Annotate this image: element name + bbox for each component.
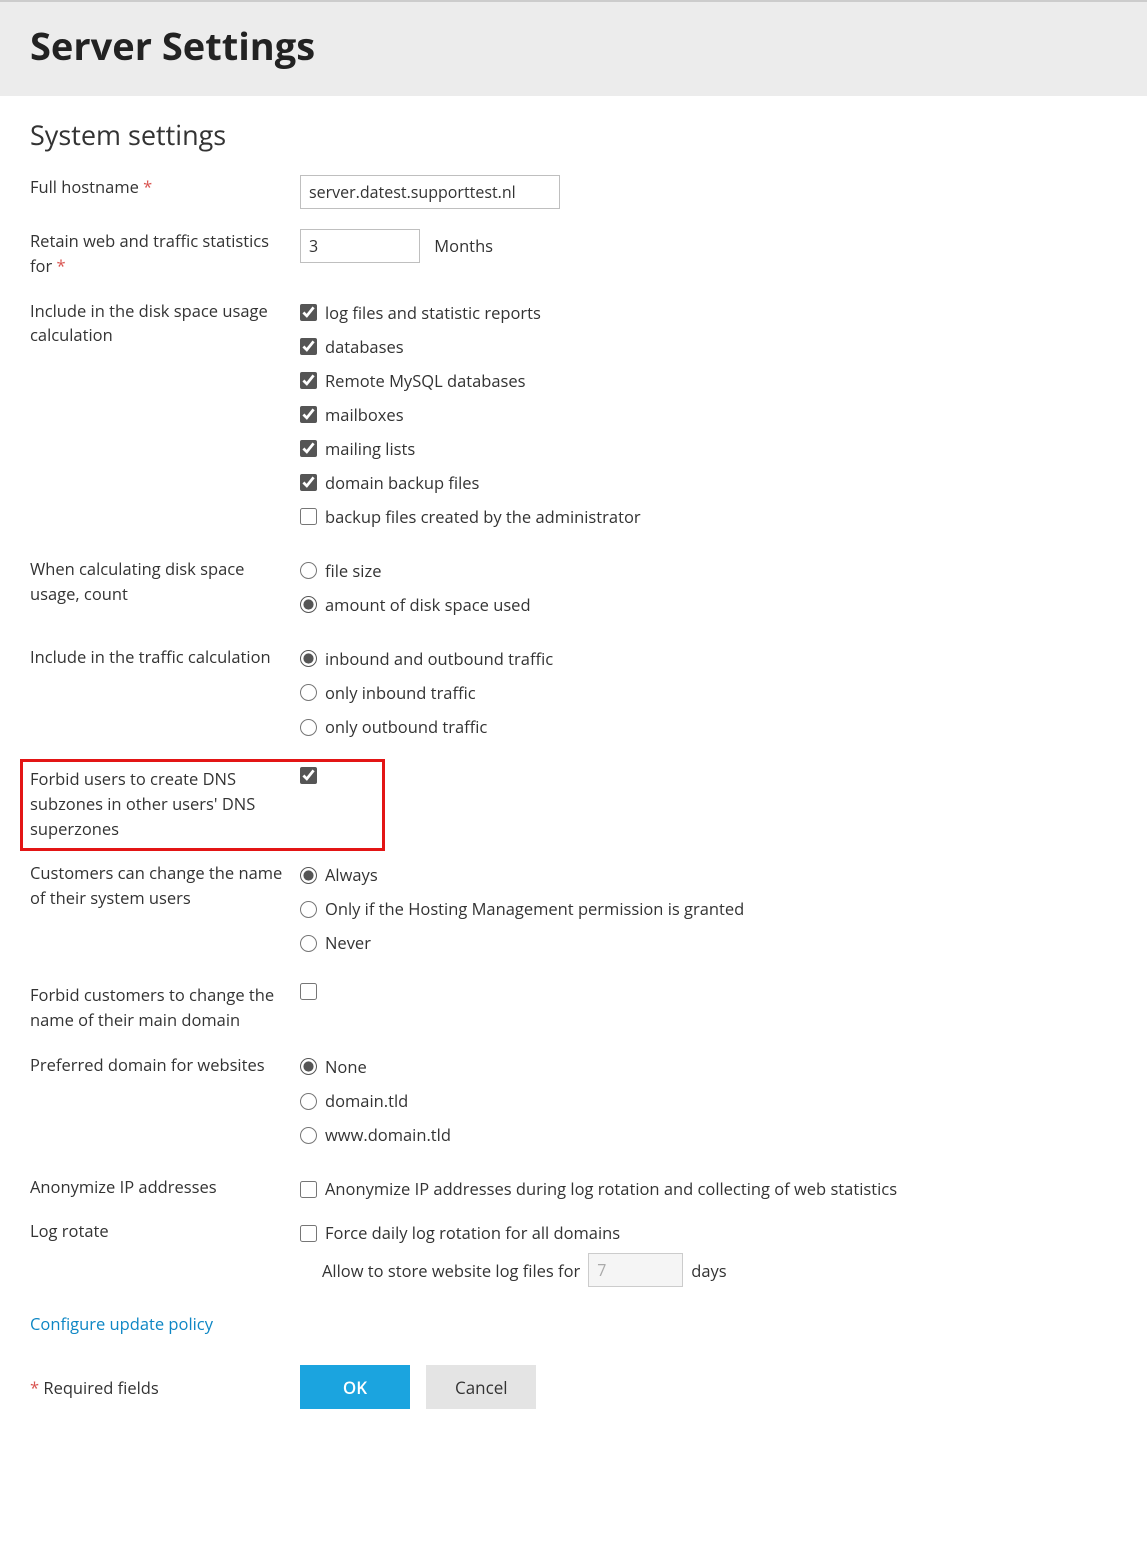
row-forbid-dns: Forbid users to create DNS subzones in o… — [30, 767, 1117, 841]
lbl-domain-backup: domain backup files — [325, 469, 479, 497]
retain-months-input[interactable] — [300, 229, 420, 263]
lbl-mailboxes: mailboxes — [325, 401, 404, 429]
content-area: System settings Full hostname * Retain w… — [0, 96, 1147, 1439]
radio-traffic-both[interactable] — [300, 650, 317, 667]
lbl-admin-backup: backup files created by the administrato… — [325, 503, 641, 531]
log-days-input — [588, 1253, 683, 1287]
lbl-file-size: file size — [325, 557, 381, 585]
lbl-pref-none: None — [325, 1053, 367, 1081]
hostname-input[interactable] — [300, 175, 560, 209]
lbl-logrotate-opt: Force daily log rotation for all domains — [325, 1219, 620, 1247]
row-cust-rename: Customers can change the name of their s… — [30, 861, 1117, 963]
lbl-rename-perm: Only if the Hosting Management permissio… — [325, 895, 744, 923]
row-diskcount: When calculating disk space usage, count… — [30, 557, 1117, 625]
required-fields-note: * Required fields — [30, 1376, 300, 1399]
lbl-disk-used: amount of disk space used — [325, 591, 531, 619]
lbl-remote-mysql: Remote MySQL databases — [325, 367, 526, 395]
row-forbid-main: Forbid customers to change the name of t… — [30, 983, 1117, 1033]
label-anonymize: Anonymize IP addresses — [30, 1175, 300, 1200]
required-star: * — [57, 254, 66, 277]
chk-databases[interactable] — [300, 338, 317, 355]
lbl-anonymize-opt: Anonymize IP addresses during log rotati… — [325, 1175, 897, 1203]
radio-pref-domain[interactable] — [300, 1093, 317, 1110]
row-logrotate: Log rotate Force daily log rotation for … — [30, 1219, 1117, 1287]
page-header: Server Settings — [0, 0, 1147, 96]
label-forbid-dns: Forbid users to create DNS subzones in o… — [30, 767, 300, 841]
radio-disk-used[interactable] — [300, 596, 317, 613]
lbl-traffic-both: inbound and outbound traffic — [325, 645, 553, 673]
label-logrotate: Log rotate — [30, 1219, 300, 1244]
section-title: System settings — [30, 116, 1117, 153]
label-diskspace: Include in the disk space usage calculat… — [30, 299, 300, 349]
lbl-traffic-inbound: only inbound traffic — [325, 679, 476, 707]
lbl-mailing-lists: mailing lists — [325, 435, 415, 463]
chk-forbid-main[interactable] — [300, 983, 317, 1000]
label-diskcount: When calculating disk space usage, count — [30, 557, 300, 607]
row-retain: Retain web and traffic statistics for * … — [30, 229, 1117, 279]
radio-file-size[interactable] — [300, 562, 317, 579]
cancel-button[interactable]: Cancel — [426, 1365, 536, 1409]
lbl-logfiles: log files and statistic reports — [325, 299, 541, 327]
days-unit-label: days — [691, 1259, 726, 1282]
footer-row: * Required fields OK Cancel — [30, 1365, 1117, 1409]
label-log-allow: Allow to store website log files for — [322, 1259, 580, 1282]
radio-pref-www[interactable] — [300, 1127, 317, 1144]
chk-logfiles[interactable] — [300, 304, 317, 321]
row-diskspace: Include in the disk space usage calculat… — [30, 299, 1117, 537]
radio-traffic-inbound[interactable] — [300, 684, 317, 701]
lbl-databases: databases — [325, 333, 404, 361]
row-hostname: Full hostname * — [30, 175, 1117, 209]
chk-domain-backup[interactable] — [300, 474, 317, 491]
row-anonymize: Anonymize IP addresses Anonymize IP addr… — [30, 1175, 1117, 1209]
row-traffic: Include in the traffic calculation inbou… — [30, 645, 1117, 747]
chk-anonymize[interactable] — [300, 1181, 317, 1198]
chk-forbid-dns[interactable] — [300, 767, 317, 784]
chk-mailing-lists[interactable] — [300, 440, 317, 457]
radio-rename-always[interactable] — [300, 867, 317, 884]
months-unit-label: Months — [434, 234, 493, 257]
lbl-pref-domain: domain.tld — [325, 1087, 408, 1115]
lbl-traffic-outbound: only outbound traffic — [325, 713, 487, 741]
row-pref-domain: Preferred domain for websites None domai… — [30, 1053, 1117, 1155]
chk-mailboxes[interactable] — [300, 406, 317, 423]
required-star: * — [143, 175, 152, 198]
label-cust-rename: Customers can change the name of their s… — [30, 861, 300, 911]
ok-button[interactable]: OK — [300, 1365, 410, 1409]
label-retain: Retain web and traffic statistics for * — [30, 229, 300, 279]
radio-rename-perm[interactable] — [300, 901, 317, 918]
label-pref-domain: Preferred domain for websites — [30, 1053, 300, 1078]
lbl-rename-never: Never — [325, 929, 371, 957]
radio-traffic-outbound[interactable] — [300, 719, 317, 736]
label-hostname: Full hostname * — [30, 175, 300, 200]
chk-logrotate[interactable] — [300, 1225, 317, 1242]
chk-remote-mysql[interactable] — [300, 372, 317, 389]
configure-update-link[interactable]: Configure update policy — [30, 1312, 213, 1335]
label-traffic: Include in the traffic calculation — [30, 645, 300, 670]
radio-pref-none[interactable] — [300, 1058, 317, 1075]
lbl-pref-www: www.domain.tld — [325, 1121, 451, 1149]
page-title: Server Settings — [30, 20, 1117, 72]
radio-rename-never[interactable] — [300, 935, 317, 952]
chk-admin-backup[interactable] — [300, 508, 317, 525]
lbl-rename-always: Always — [325, 861, 378, 889]
label-forbid-main: Forbid customers to change the name of t… — [30, 983, 300, 1033]
